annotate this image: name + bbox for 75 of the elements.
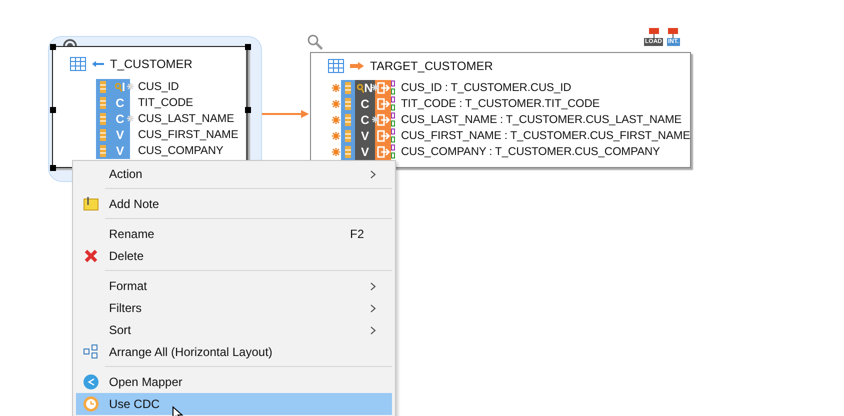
menu-item[interactable]: Delete <box>76 245 392 267</box>
star-icon <box>127 83 134 90</box>
target-table[interactable] <box>310 52 691 168</box>
menu-item[interactable]: Format <box>76 275 392 297</box>
shortcut-label: F2 <box>350 226 366 243</box>
column-type: I <box>122 79 126 96</box>
eye-icon <box>63 38 77 48</box>
connector-arrow <box>262 110 310 118</box>
star-icon <box>372 84 379 92</box>
column-type: N <box>364 80 373 97</box>
asterisk-icon <box>331 99 341 109</box>
table-icon <box>70 57 86 71</box>
column-name: CUS_LAST_NAME : T_CUSTOMER.CUS_LAST_NAME <box>401 112 682 128</box>
column-name: CUS_COMPANY : T_CUSTOMER.CUS_COMPANY <box>401 144 660 160</box>
search-icon <box>307 34 323 50</box>
delete-icon <box>83 248 99 264</box>
resize-handle[interactable] <box>50 107 56 113</box>
menu-item[interactable]: Sort <box>76 319 392 341</box>
chevron-icon <box>370 304 376 314</box>
menu-item[interactable]: Use CDC <box>76 393 392 415</box>
server-icon <box>667 28 680 38</box>
resize-handle[interactable] <box>50 44 56 50</box>
asterisk-icon <box>331 147 341 157</box>
key-icon <box>114 82 122 92</box>
column-name: TIT_CODE <box>138 96 194 111</box>
column-type: C <box>360 96 370 113</box>
resize-handle[interactable] <box>50 165 56 171</box>
column-icon <box>341 80 355 96</box>
asterisk-icon <box>331 131 341 141</box>
source-table[interactable]: T_CUSTOMER I CUS_ID C TIT_CODE C CUS_LAST_NAME V CUS_FIRST_NAME V CUS_COMPANY <box>52 46 248 168</box>
clock-icon <box>83 396 99 412</box>
share-icon <box>83 374 99 390</box>
mapping-icon <box>375 96 395 112</box>
mapping-icon <box>375 80 395 96</box>
column-type: C <box>116 111 124 128</box>
asterisk-icon <box>331 83 341 93</box>
menu-item[interactable]: Rename F2 <box>76 223 392 245</box>
column-name: CUS_ID : T_CUSTOMER.CUS_ID <box>401 80 572 96</box>
menu-item[interactable]: Arrange All (Horizontal Layout) <box>76 341 392 363</box>
layout-icon <box>83 344 99 360</box>
star-icon <box>127 115 134 122</box>
column-type: V <box>360 128 369 145</box>
resize-handle[interactable] <box>245 107 251 113</box>
mapping-icon <box>375 144 395 160</box>
column-name: CUS_FIRST_NAME : T_CUSTOMER.CUS_FIRST_NAME <box>401 128 690 144</box>
column-name: CUS_COMPANY <box>138 144 224 159</box>
left-arrow-icon <box>91 60 105 68</box>
right-arrow-icon <box>349 61 365 71</box>
column-type: V <box>360 144 369 161</box>
resize-handle[interactable] <box>245 44 251 50</box>
column-type: V <box>116 127 124 144</box>
server-icon <box>648 28 660 38</box>
note-icon <box>83 196 99 212</box>
table-title: TARGET_CUSTOMER <box>370 58 493 75</box>
column-icon <box>341 144 355 160</box>
mapping-icon <box>375 128 395 144</box>
menu-item[interactable]: Filters <box>76 297 392 319</box>
mapping-icon <box>375 112 395 128</box>
menu-item[interactable]: Open Mapper <box>76 371 392 393</box>
table-title: T_CUSTOMER <box>110 56 192 73</box>
chevron-icon <box>370 282 376 292</box>
table-icon <box>328 59 344 73</box>
chevron-icon <box>370 326 376 336</box>
menu-item[interactable]: Add Note <box>76 193 392 215</box>
asterisk-icon <box>331 115 341 125</box>
key-icon <box>357 84 364 92</box>
column-name: TIT_CODE : T_CUSTOMER.TIT_CODE <box>401 96 600 112</box>
column-type: V <box>116 143 124 160</box>
column-type: C <box>360 112 370 129</box>
column-name: CUS_FIRST_NAME <box>138 128 238 143</box>
column-type: C <box>116 95 124 112</box>
column-name: CUS_ID <box>138 80 179 95</box>
column-name: CUS_LAST_NAME <box>138 112 234 127</box>
chevron-icon <box>370 170 376 180</box>
star-icon <box>372 116 379 124</box>
